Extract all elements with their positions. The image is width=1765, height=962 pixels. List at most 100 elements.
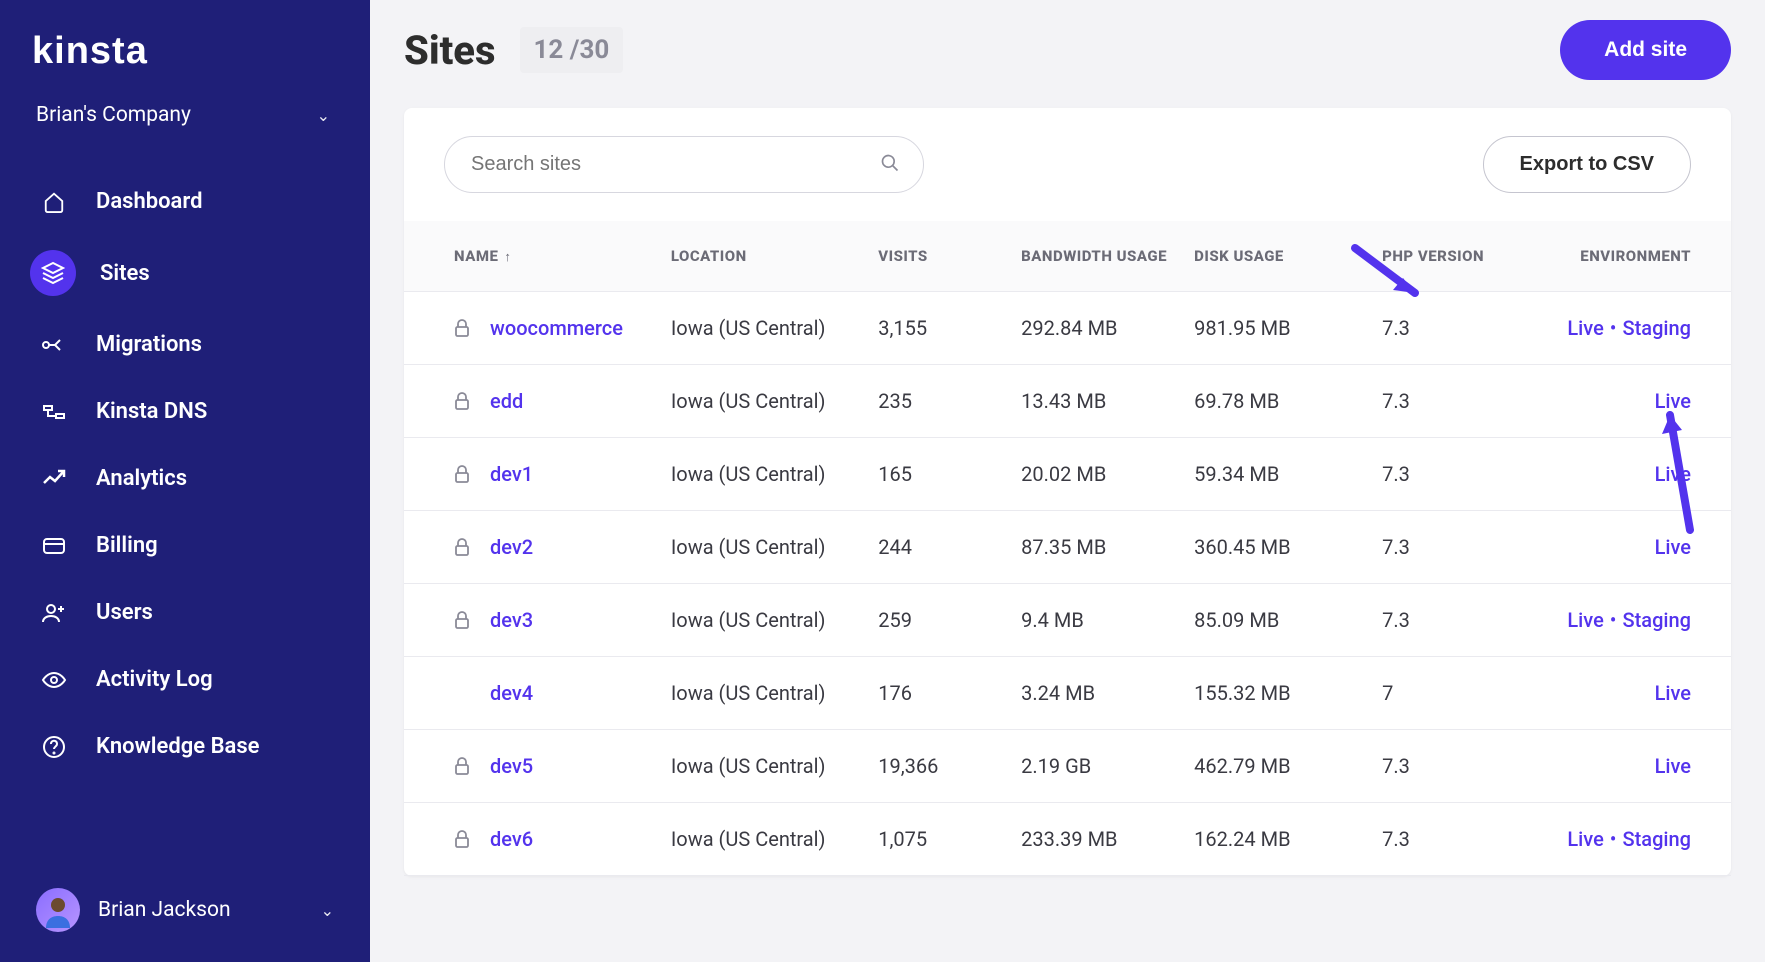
page-title: Sites (404, 27, 496, 74)
env-live-link[interactable]: Live (1655, 535, 1691, 559)
col-bandwidth[interactable]: BANDWIDTH USAGE (1011, 221, 1184, 292)
env-live-link[interactable]: Live (1567, 827, 1603, 851)
nav-label: Users (96, 600, 153, 625)
col-location[interactable]: LOCATION (661, 221, 868, 292)
env-staging-link[interactable]: Staging (1623, 608, 1691, 632)
sites-table: NAME↑ LOCATION VISITS BANDWIDTH USAGE DI… (404, 221, 1731, 876)
site-link[interactable]: dev5 (490, 754, 533, 778)
nav-label: Billing (96, 533, 158, 558)
table-row: dev1 Iowa (US Central) 165 20.02 MB 59.3… (404, 438, 1731, 511)
cell-location: Iowa (US Central) (661, 730, 868, 803)
site-link[interactable]: dev2 (490, 535, 533, 559)
export-csv-button[interactable]: Export to CSV (1483, 136, 1691, 193)
nav-activity[interactable]: Activity Log (22, 655, 348, 704)
nav-kb[interactable]: Knowledge Base (22, 722, 348, 771)
table-row: edd Iowa (US Central) 235 13.43 MB 69.78… (404, 365, 1731, 438)
search-icon (880, 153, 900, 177)
cell-php: 7.3 (1372, 365, 1542, 438)
brand-logo: KINSTA (32, 30, 348, 73)
lock-icon (454, 319, 472, 337)
nav-label: Activity Log (96, 667, 213, 692)
lock-icon (454, 757, 472, 775)
col-visits[interactable]: VISITS (868, 221, 1011, 292)
main-content: Sites 12 /30 Add site Export to CSV NAME… (370, 0, 1765, 962)
site-link[interactable]: dev3 (490, 608, 533, 632)
env-live-link[interactable]: Live (1655, 389, 1691, 413)
cell-bandwidth: 13.43 MB (1011, 365, 1184, 438)
cell-visits: 3,155 (868, 292, 1011, 365)
cell-disk: 162.24 MB (1184, 803, 1372, 876)
cell-env: Live (1543, 438, 1731, 511)
nav-analytics[interactable]: Analytics (22, 454, 348, 503)
chevron-down-icon: ⌄ (321, 901, 334, 920)
nav-label: Sites (100, 261, 150, 286)
table-row: woocommerce Iowa (US Central) 3,155 292.… (404, 292, 1731, 365)
add-site-button[interactable]: Add site (1560, 20, 1731, 80)
cell-visits: 19,366 (868, 730, 1011, 803)
user-name: Brian Jackson (98, 898, 321, 922)
analytics-icon (36, 469, 72, 489)
table-row: dev4 Iowa (US Central) 176 3.24 MB 155.3… (404, 657, 1731, 730)
env-live-link[interactable]: Live (1567, 608, 1603, 632)
cell-visits: 1,075 (868, 803, 1011, 876)
nav-users[interactable]: Users (22, 588, 348, 637)
cell-location: Iowa (US Central) (661, 657, 868, 730)
env-staging-link[interactable]: Staging (1623, 827, 1691, 851)
layers-icon (30, 250, 76, 296)
nav-dashboard[interactable]: Dashboard (22, 177, 348, 226)
dot-separator: • (1610, 827, 1617, 851)
company-switcher[interactable]: Brian's Company ⌄ (22, 93, 348, 137)
cell-visits: 165 (868, 438, 1011, 511)
table-row: dev2 Iowa (US Central) 244 87.35 MB 360.… (404, 511, 1731, 584)
env-staging-link[interactable]: Staging (1623, 316, 1691, 340)
col-env[interactable]: ENVIRONMENT (1543, 221, 1731, 292)
cell-env: Live (1543, 365, 1731, 438)
lock-icon (454, 611, 472, 629)
nav-sites[interactable]: Sites (22, 244, 348, 302)
sites-card: Export to CSV NAME↑ LOCATION VISITS BAND… (404, 108, 1731, 876)
col-name[interactable]: NAME↑ (404, 221, 661, 292)
cell-env: Live (1543, 730, 1731, 803)
cell-visits: 235 (868, 365, 1011, 438)
search-input[interactable] (444, 136, 924, 193)
user-menu[interactable]: Brian Jackson ⌄ (22, 878, 348, 942)
cell-php: 7.3 (1372, 511, 1542, 584)
site-link[interactable]: dev4 (490, 681, 533, 705)
env-live-link[interactable]: Live (1655, 681, 1691, 705)
cell-disk: 69.78 MB (1184, 365, 1372, 438)
col-php[interactable]: PHP VERSION (1372, 221, 1542, 292)
site-link[interactable]: woocommerce (490, 316, 623, 340)
table-row: dev3 Iowa (US Central) 259 9.4 MB 85.09 … (404, 584, 1731, 657)
cell-location: Iowa (US Central) (661, 365, 868, 438)
billing-icon (36, 537, 72, 555)
site-link[interactable]: dev1 (490, 462, 533, 486)
cell-bandwidth: 292.84 MB (1011, 292, 1184, 365)
cell-disk: 85.09 MB (1184, 584, 1372, 657)
env-live-link[interactable]: Live (1567, 316, 1603, 340)
cell-visits: 244 (868, 511, 1011, 584)
nav-label: Migrations (96, 332, 202, 357)
env-live-link[interactable]: Live (1655, 754, 1691, 778)
lock-icon (454, 830, 472, 848)
cell-disk: 981.95 MB (1184, 292, 1372, 365)
nav-migrations[interactable]: Migrations (22, 320, 348, 369)
cell-location: Iowa (US Central) (661, 511, 868, 584)
dot-separator: • (1610, 608, 1617, 632)
cell-env: Live •Staging (1543, 584, 1731, 657)
cell-env: Live (1543, 657, 1731, 730)
nav-dns[interactable]: Kinsta DNS (22, 387, 348, 436)
site-link[interactable]: edd (490, 389, 523, 413)
dot-separator: • (1610, 316, 1617, 340)
cell-location: Iowa (US Central) (661, 803, 868, 876)
env-live-link[interactable]: Live (1655, 462, 1691, 486)
cell-env: Live (1543, 511, 1731, 584)
nav-billing[interactable]: Billing (22, 521, 348, 570)
home-icon (36, 191, 72, 213)
table-row: dev6 Iowa (US Central) 1,075 233.39 MB 1… (404, 803, 1731, 876)
nav-list: Dashboard Sites Migrations Kinsta DNS An… (22, 177, 348, 771)
col-disk[interactable]: DISK USAGE (1184, 221, 1372, 292)
card-toolbar: Export to CSV (404, 108, 1731, 221)
site-link[interactable]: dev6 (490, 827, 533, 851)
table-row: dev5 Iowa (US Central) 19,366 2.19 GB 46… (404, 730, 1731, 803)
cell-visits: 176 (868, 657, 1011, 730)
